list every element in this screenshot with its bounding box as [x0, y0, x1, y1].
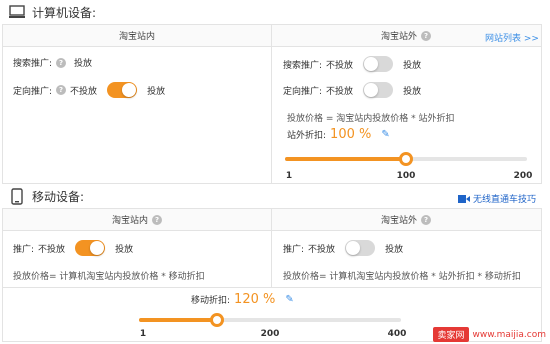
video-icon — [458, 194, 470, 203]
promo-label: 推广: — [13, 244, 35, 255]
outside-search-label: 搜索推广: — [283, 60, 323, 71]
on-label: 投放 — [115, 244, 134, 255]
computer-outside-title: 淘宝站外 — [380, 32, 417, 42]
mobile-outside-toggle[interactable] — [345, 240, 376, 256]
slider-handle[interactable] — [210, 313, 225, 327]
mobile-outside-title: 淘宝站外 — [380, 216, 417, 226]
computer-inside-header: 淘宝站内 — [3, 25, 271, 47]
watermark-url: www.maijia.com — [472, 329, 547, 340]
mobile-outside-formula: 投放价格= 计算机淘宝站内投放价格 * 站外折扣 * 移动折扣 — [283, 269, 521, 282]
mobile-inside-promo-row: 推广: 不投放 投放 — [13, 240, 137, 256]
outside-targeting-toggle[interactable] — [363, 82, 394, 98]
edit-icon[interactable]: ✎ — [285, 294, 293, 305]
monitor-icon — [8, 4, 26, 20]
slider-min-label: 1 — [285, 171, 293, 181]
inside-targeting-row: 定向推广: ? 不投放 投放 — [13, 82, 169, 98]
toggle-knob — [90, 241, 105, 255]
outside-targeting-label: 定向推广: — [283, 86, 323, 97]
site-list-link[interactable]: 网站列表 >> — [485, 31, 539, 44]
edit-icon[interactable]: ✎ — [381, 129, 389, 140]
discount-value: 100 % — [330, 127, 372, 142]
off-label: 不投放 — [38, 244, 66, 255]
off-label: 不投放 — [308, 244, 336, 255]
computer-section-title: 计算机设备: — [32, 5, 97, 20]
slider-mid-label: 200 — [260, 329, 280, 339]
outside-search-toggle[interactable] — [363, 56, 394, 72]
on-label: 投放 — [385, 244, 404, 255]
mobile-inside-toggle[interactable] — [75, 240, 106, 256]
column-divider — [271, 209, 272, 287]
help-icon[interactable]: ? — [56, 57, 67, 68]
inside-search-label: 搜索推广: — [13, 59, 53, 69]
computer-inside-title: 淘宝站内 — [118, 32, 155, 42]
toggle-knob — [122, 83, 137, 97]
watermark-badge: 卖家网 — [433, 327, 469, 342]
mobile-outside-promo-row: 推广: 不投放 投放 — [283, 240, 407, 256]
discount-label: 站外折扣: — [287, 131, 327, 141]
outside-search-row: 搜索推广: 不投放 投放 — [283, 56, 425, 72]
price-formula-text: 投放价格 = 淘宝站内投放价格 * 站外折扣 — [287, 114, 455, 124]
slider-max-label: 400 — [387, 329, 407, 339]
on-label: 投放 — [403, 86, 422, 97]
outside-discount-slider[interactable] — [285, 151, 527, 167]
help-icon[interactable]: ? — [56, 85, 67, 95]
mobile-inside-formula: 投放价格= 计算机淘宝站内投放价格 * 移动折扣 — [13, 269, 205, 282]
outside-formula-text: 投放价格= 计算机淘宝站内投放价格 * 站外折扣 * 移动折扣 — [283, 272, 521, 282]
inside-search-row: 搜索推广: ? 投放 — [13, 56, 96, 69]
toggle-knob — [364, 83, 379, 97]
computer-panel: 淘宝站内 淘宝站外 ? 网站列表 >> 搜索推广: ? 投放 定向推广: ? 不… — [2, 24, 542, 184]
help-icon[interactable]: ? — [421, 214, 431, 225]
outside-targeting-row: 定向推广: 不投放 投放 — [283, 82, 425, 98]
phone-icon — [8, 187, 26, 205]
watermark: 卖家网 www.maijia.com — [433, 327, 546, 342]
computer-section-header: 计算机设备: — [0, 2, 550, 22]
mobile-discount-row: 移动折扣: 120 % ✎ — [191, 292, 294, 307]
on-label: 投放 — [403, 60, 422, 71]
promo-label: 推广: — [283, 244, 305, 255]
toggle-knob — [364, 57, 379, 71]
column-divider — [271, 25, 272, 183]
mobile-section-title: 移动设备: — [32, 189, 85, 204]
outside-discount-row: 站外折扣: 100 % ✎ — [287, 127, 390, 142]
help-icon[interactable]: ? — [152, 214, 162, 225]
slider-max-label: 200 — [513, 171, 533, 181]
toggle-knob — [346, 241, 361, 255]
mobile-tips-link[interactable]: 无线直通车技巧 — [458, 192, 536, 205]
slider-fill — [139, 318, 218, 322]
slider-fill — [285, 157, 406, 161]
off-label: 不投放 — [326, 86, 354, 97]
help-icon[interactable]: ? — [421, 30, 431, 41]
mobile-inside-title: 淘宝站内 — [111, 216, 148, 226]
inside-formula-text: 投放价格= 计算机淘宝站内投放价格 * 移动折扣 — [13, 272, 205, 282]
divider — [3, 287, 541, 288]
off-label: 不投放 — [70, 86, 98, 97]
inside-targeting-toggle[interactable] — [107, 82, 138, 98]
on-label: 投放 — [147, 86, 166, 97]
mobile-inside-header: 淘宝站内 ? — [3, 209, 271, 231]
mobile-outside-header: 淘宝站外 ? — [271, 209, 541, 231]
outside-price-formula: 投放价格 = 淘宝站内投放价格 * 站外折扣 — [287, 111, 455, 124]
mobile-panel: 淘宝站内 ? 淘宝站外 ? 推广: 不投放 投放 投放价格= 计算机淘宝站内投放… — [2, 208, 542, 342]
mobile-discount-slider[interactable] — [139, 312, 401, 328]
inside-targeting-label: 定向推广: — [13, 86, 53, 97]
slider-mid-label: 100 — [396, 171, 416, 181]
tips-link-text[interactable]: 无线直通车技巧 — [473, 192, 536, 205]
mobile-discount-value: 120 % — [234, 292, 276, 307]
mobile-discount-label: 移动折扣: — [191, 296, 231, 306]
off-label: 不投放 — [326, 60, 354, 71]
slider-handle[interactable] — [399, 152, 413, 166]
inside-search-value: 投放 — [74, 59, 93, 69]
slider-min-label: 1 — [139, 329, 147, 339]
